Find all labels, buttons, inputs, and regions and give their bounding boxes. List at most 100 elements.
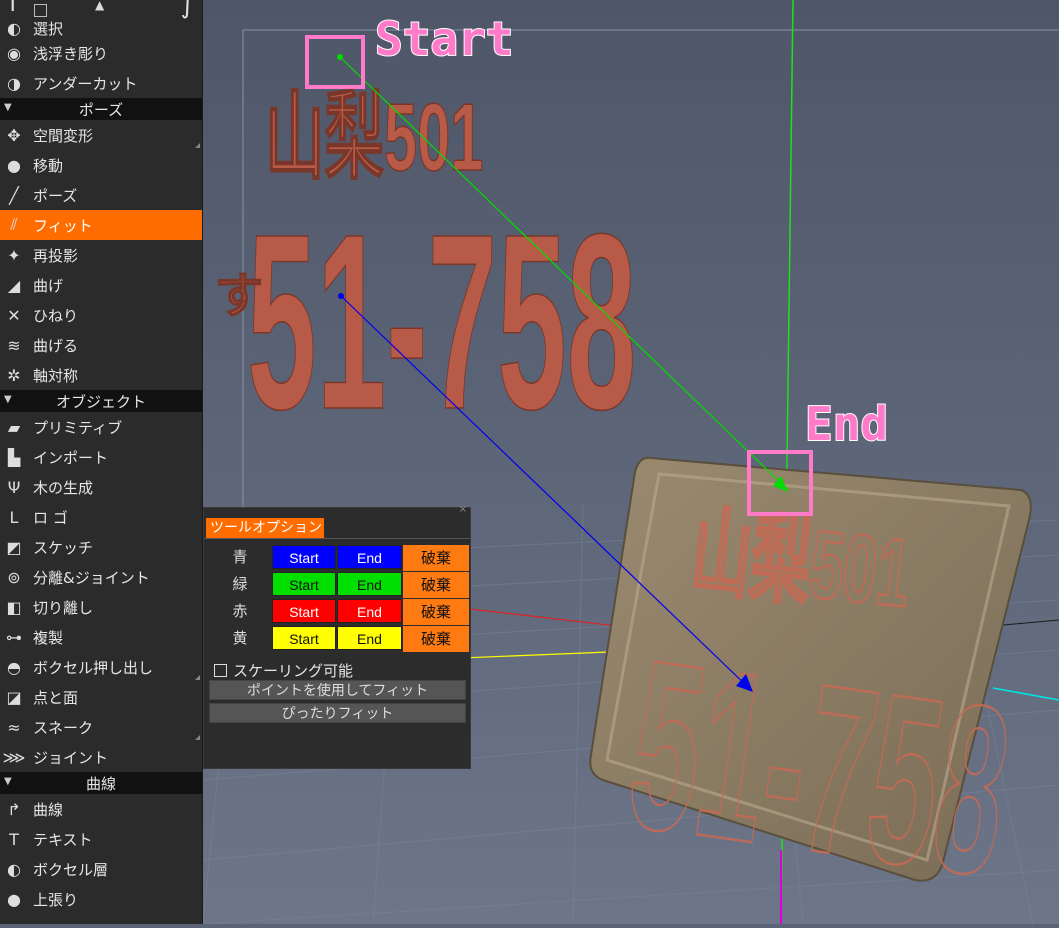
snug-fit-button[interactable]: ぴったりフィット xyxy=(209,703,466,723)
discard-button[interactable]: 破棄 xyxy=(403,545,469,571)
sidebar-item-label: 選択 xyxy=(33,19,64,38)
color-label: 緑 xyxy=(232,575,248,593)
start-point-button[interactable]: Start xyxy=(272,545,336,569)
scroll-up-icon[interactable]: ▲ xyxy=(95,0,104,12)
sidebar-item-label: 曲げる xyxy=(33,336,79,355)
sidebar-item-label: フィット xyxy=(33,216,93,235)
sidebar-item-text[interactable]: T テキスト xyxy=(0,824,202,854)
sidebar-item-label: ボクセル層 xyxy=(33,860,109,879)
sidebar-item-twist[interactable]: ✕ ひねり xyxy=(0,300,202,330)
sidebar-item-label: 点と面 xyxy=(33,688,79,707)
divider xyxy=(204,538,470,539)
sidebar-item-label: スケッチ xyxy=(33,538,94,557)
sidebar-item-label: 曲線 xyxy=(33,800,64,819)
reproject-icon: ✦ xyxy=(7,245,21,265)
sidebar-item-clone[interactable]: ⊶ 複製 xyxy=(0,622,202,652)
sidebar-item-select[interactable]: ◐ 選択 xyxy=(0,18,202,38)
sidebar-item-tree[interactable]: Ψ 木の生成 xyxy=(0,472,202,502)
sidebar-item-label: 再投影 xyxy=(33,246,79,265)
move-icon: ● xyxy=(7,155,21,175)
sidebar-item-curve[interactable]: ↱ 曲線 xyxy=(0,794,202,824)
sidebar-item-reproject[interactable]: ✦ 再投影 xyxy=(0,240,202,270)
license-plate[interactable]: 山梨501 51-758 xyxy=(589,456,1032,928)
discard-button[interactable]: 破棄 xyxy=(403,572,469,598)
sidebar-item-label: ロ ゴ xyxy=(33,508,68,527)
curve-brush-icon[interactable]: ∫ xyxy=(180,0,194,20)
sidebar-item-label: ポーズ xyxy=(33,186,78,205)
select-icon: ◐ xyxy=(7,18,21,38)
sidebar-item-fit[interactable]: ⫽ フィット xyxy=(0,210,202,240)
close-icon[interactable]: × xyxy=(459,504,467,515)
checkbox-box[interactable] xyxy=(214,664,227,677)
points-faces-icon: ◪ xyxy=(6,687,22,707)
sidebar-item-voxel-layer[interactable]: ◐ ボクセル層 xyxy=(0,854,202,884)
voxel-extrude-icon: ◓ xyxy=(7,657,21,677)
sidebar-item-logo[interactable]: Lロ ゴ xyxy=(0,502,202,532)
twist-icon: ✕ xyxy=(7,305,21,325)
axial-symmetry-icon: ✲ xyxy=(7,365,21,385)
color-label: 赤 xyxy=(232,602,248,620)
expand-corner-icon[interactable] xyxy=(195,735,200,740)
sidebar-item-bend[interactable]: ◢ 曲げ xyxy=(0,270,202,300)
fit-icon: ⫽ xyxy=(10,215,18,234)
start-point-button[interactable]: Start xyxy=(272,626,336,650)
sidebar-item-split-joint[interactable]: ⊚ 分離&ジョイント xyxy=(0,562,202,592)
sidebar-item-import[interactable]: ▙ インポート xyxy=(0,442,202,472)
transform-icon: ✥ xyxy=(7,125,21,145)
section-header[interactable]: ▼ オブジェクト xyxy=(0,390,202,412)
sidebar-item-bas-relief[interactable]: ◉ 浅浮き彫り xyxy=(0,38,202,68)
sidebar-item-overlay[interactable]: ● 上張り xyxy=(0,884,202,914)
frame-icon[interactable] xyxy=(34,4,47,17)
collapse-icon[interactable]: ▼ xyxy=(4,776,12,787)
expand-corner-icon[interactable] xyxy=(195,675,200,680)
section-header[interactable]: ▼ ポーズ xyxy=(0,98,202,120)
collapse-icon[interactable]: ▼ xyxy=(4,394,12,405)
sidebar-item-undercut[interactable]: ◑ アンダーカット xyxy=(0,68,202,98)
sidebar-item-snake[interactable]: ≈ スネーク xyxy=(0,712,202,742)
sidebar-item-pose[interactable]: ╱ ポーズ xyxy=(0,180,202,210)
sidebar-item-label: 空間変形 xyxy=(33,126,94,145)
collapse-icon[interactable]: ▼ xyxy=(4,102,12,113)
sidebar-item-joint[interactable]: ⋙ ジョイント xyxy=(0,742,202,772)
sidebar-item-transform[interactable]: ✥ 空間変形 xyxy=(0,120,202,150)
viewport-canvas[interactable]: 山梨501 51-758 す 山梨501 51-758 Start End xyxy=(202,0,1059,928)
start-point-button[interactable]: Start xyxy=(272,599,336,623)
end-point-button[interactable]: End xyxy=(337,545,402,569)
expand-corner-icon[interactable] xyxy=(195,143,200,148)
sidebar-item-label: 軸対称 xyxy=(33,366,79,385)
end-point-button[interactable]: End xyxy=(337,599,402,623)
tool-sidebar: T ▲ ∫ ◐ 選択 ◉ 浅浮き彫り ◑ アンダーカット ▼ ポーズ ✥ 空間変形 ● 移動 ╱ ポーズ ⫽… xyxy=(0,0,203,924)
blue-start-point[interactable] xyxy=(338,293,344,299)
split-joint-icon: ⊚ xyxy=(7,567,21,587)
text-tool-icon[interactable]: T xyxy=(6,0,19,17)
sidebar-top-toolbar: T ▲ ∫ xyxy=(0,0,202,20)
sidebar-item-cut-off[interactable]: ◧ 切り離し xyxy=(0,592,202,622)
sidebar-item-axial-symmetry[interactable]: ✲ 軸対称 xyxy=(0,360,202,390)
section-header[interactable]: ▼ 曲線 xyxy=(0,772,202,794)
color-label: 青 xyxy=(232,548,248,566)
end-point-button[interactable]: End xyxy=(337,572,402,596)
sidebar-item-points-faces[interactable]: ◪ 点と面 xyxy=(0,682,202,712)
sidebar-item-label: スネーク xyxy=(33,718,94,737)
scaling-checkbox[interactable]: スケーリング可能 xyxy=(214,660,353,681)
discard-button[interactable]: 破棄 xyxy=(403,599,469,625)
logo-icon: L xyxy=(9,507,19,527)
green-start-point[interactable] xyxy=(337,54,343,60)
end-point-button[interactable]: End xyxy=(337,626,402,650)
sidebar-item-move[interactable]: ● 移動 xyxy=(0,150,202,180)
sidebar-item-primitive[interactable]: ▰ プリミティブ xyxy=(0,412,202,442)
sidebar-item-label: 浅浮き彫り xyxy=(33,44,109,63)
sidebar-item-label: ボクセル押し出し xyxy=(33,658,154,677)
end-annotation-label: End xyxy=(805,397,888,451)
pose-icon: ╱ xyxy=(9,185,19,205)
tool-options-tab[interactable]: ツールオプション xyxy=(206,518,324,538)
fit-with-points-button[interactable]: ポイントを使用してフィット xyxy=(209,680,466,700)
joint-icon: ⋙ xyxy=(2,747,26,767)
start-point-button[interactable]: Start xyxy=(272,572,336,596)
3d-viewport[interactable]: 山梨501 51-758 す 山梨501 51-758 Start End xyxy=(202,0,1059,928)
discard-button[interactable]: 破棄 xyxy=(403,626,469,652)
warp-icon: ≋ xyxy=(7,335,21,355)
sidebar-item-sketch[interactable]: ◩ スケッチ xyxy=(0,532,202,562)
sidebar-item-warp[interactable]: ≋ 曲げる xyxy=(0,330,202,360)
sidebar-item-voxel-extrude[interactable]: ◓ ボクセル押し出し xyxy=(0,652,202,682)
